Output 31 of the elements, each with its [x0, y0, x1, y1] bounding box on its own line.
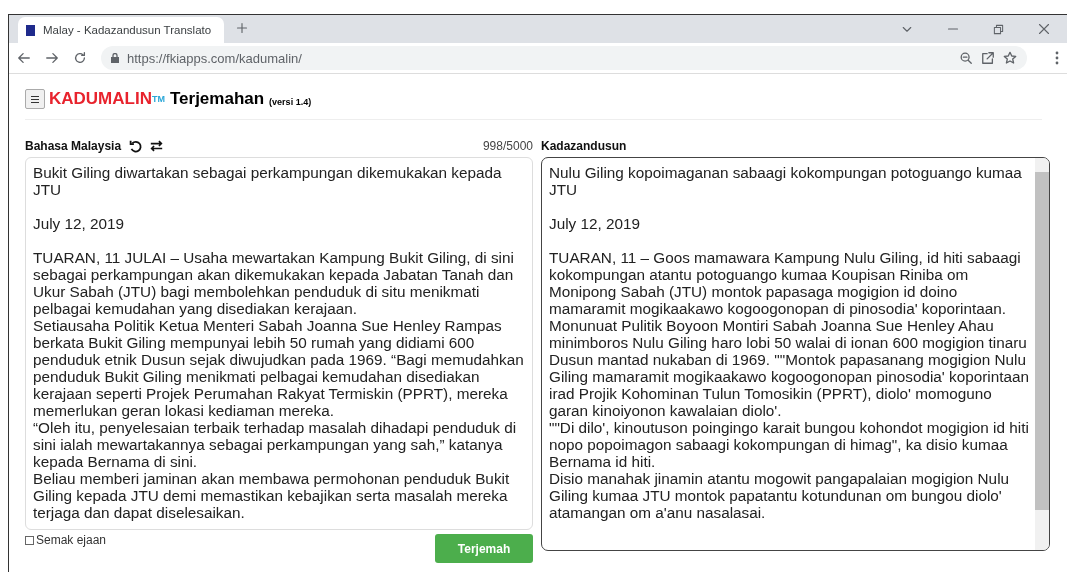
back-icon[interactable] [17, 51, 31, 65]
trademark-mark: TM [151, 94, 165, 104]
zoom-out-icon[interactable] [959, 51, 973, 65]
scrollbar[interactable] [1035, 158, 1049, 550]
star-icon[interactable] [1003, 51, 1017, 65]
brand-name: KADUMALIN [49, 89, 152, 109]
address-bar[interactable]: https://fkiapps.com/kadumalin/ [101, 46, 1027, 70]
more-menu-icon[interactable] [1055, 51, 1059, 65]
favicon-icon [26, 24, 35, 36]
plus-icon[interactable] [236, 22, 248, 34]
menu-icon [31, 95, 39, 103]
source-language-label: Bahasa Malaysia [25, 139, 122, 153]
character-counter: 998/5000 [482, 139, 533, 153]
forward-icon[interactable] [45, 51, 59, 65]
swap-icon[interactable] [150, 140, 164, 152]
translation-output-field[interactable]: Nulu Giling kopoimaganan sabaagi kokompungan potoguango kumaa JTU July 12, 2019 TUARAN, 11 – Goos mamawara Kampung Nulu Giling, id hiti sabaagi kokompungan atantu potoguango kumaa Koupisan Riniba om Monipong Sabah (JTU) montok papasaga mogigion id doino mamaramit mogikaakawo kogoogonopan di pinosodia' koporintaan. Monunuat Pulitik Boyoon Montiri Sabah Joanna Sue Henley Ahau minimboros Nulu Giling haro lobi 50 walai di ionan 600 mogigion tinaru Dusun mantad nukaban di 1969. ""Montok papasanang mogigion Nulu Giling mamaramit mogikaakawo kogoogonopan pinosodia' koporintaan irad Projik Kohominan Tulun Tomosikin (PPRT), diolo' momoguno garan kinoiyonon kawalaian diolo'. ""Di dilo', kinoutuson poingingo karait bungou kohondot mogigion id hiti nopo popoimagon sabaagi kokompungan di himag", ka disio kumaa Bernama id hiti. Disio manahak jinamin atantu mogowit pangapalaian mogigion Nulu Giling kumaa JTU montok papatantu kotundunan om bungou diolo' atamangan om a'anu nasalasai. [541, 157, 1050, 551]
undo-icon[interactable] [129, 139, 143, 153]
close-icon[interactable] [1038, 23, 1050, 35]
reload-icon[interactable] [73, 51, 87, 65]
target-language-label: Kadazandusun [541, 139, 627, 153]
page-title: Terjemahan [169, 89, 265, 109]
browser-tab[interactable]: Malay - Kadazandusun Translato [18, 17, 224, 43]
spellcheck-checkbox[interactable] [25, 535, 34, 545]
lock-icon [111, 53, 119, 63]
menu-button[interactable] [25, 89, 45, 109]
source-text-field[interactable]: Bukit Giling diwartakan sebagai perkampungan dikemukakan kepada JTU July 12, 2019 TUARAN, 11 JULAI – Usaha mewartakan Kampung Bukit Giling, di sini sebagai perkampungan akan dikemukakan kepada Jabatan Tanah dan Ukur Sabah (JTU) bagi membolehkan penduduk di situ menikmati pelbagai kemudahan yang disediakan kerajaan. Setiausaha Politik Ketua Menteri Sabah Joanna Sue Henley Rampas berkata Bukit Giling mempunyai lebih 50 rumah yang didiami 600 penduduk etnik Dusun sejak diwujudkan pada 1969. “Bagi memudahkan penduduk Bukit Giling menikmati pelbagai kemudahan disediakan kerajaan seperti Projek Perumahan Rakyat Termiskin (PPRT), mereka memerlukan geran lokasi kediaman mereka. “Oleh itu, penyelesaian terbaik terhadap masalah dihadapi penduduk di sini ialah mewartakannya sebagai perkampungan yang sah,” katanya kepada Bernama di sini. Beliau memberi jaminan akan membawa permohonan penduduk Bukit Giling kepada JTU demi memastikan kebajikan serta masalah mereka terjaga dan dapat diselesaikan. [25, 157, 533, 530]
tab-title: Malay - Kadazandusun Translato [43, 24, 212, 36]
share-icon[interactable] [981, 51, 995, 65]
spellcheck-label: Semak ejaan [36, 533, 107, 547]
version-label: (versi 1.4) [269, 96, 312, 107]
restore-icon[interactable] [993, 23, 1004, 35]
